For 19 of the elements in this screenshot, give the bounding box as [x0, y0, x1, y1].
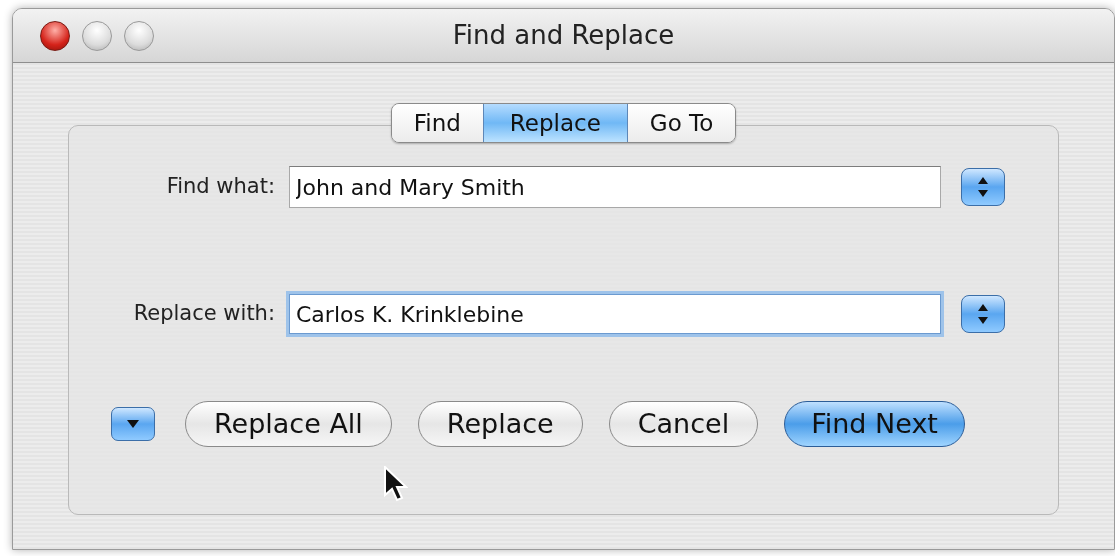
- push-button[interactable]: Cancel: [608, 401, 759, 447]
- triangle-down-icon: [127, 420, 139, 428]
- tab[interactable]: Go To: [627, 104, 736, 142]
- up-down-arrows-icon: [978, 177, 988, 197]
- stepper-button[interactable]: [961, 168, 1005, 206]
- field-label: Replace with:: [132, 300, 276, 328]
- mouse-pointer-icon: [384, 466, 408, 502]
- stepper-button[interactable]: [961, 295, 1005, 333]
- push-button[interactable]: Replace: [417, 401, 583, 447]
- tab[interactable]: Find: [391, 104, 483, 142]
- disclosure-button[interactable]: [111, 407, 155, 441]
- field-label: Find what:: [165, 173, 276, 201]
- window-title: Find and Replace: [452, 19, 675, 52]
- text-field[interactable]: Carlos K. Krinklebine: [289, 294, 941, 334]
- close-button[interactable]: [40, 20, 70, 51]
- push-button[interactable]: Replace All: [185, 401, 392, 447]
- tab[interactable]: Replace: [482, 104, 628, 142]
- up-down-arrows-icon: [978, 304, 988, 324]
- push-button[interactable]: Find Next: [784, 401, 965, 447]
